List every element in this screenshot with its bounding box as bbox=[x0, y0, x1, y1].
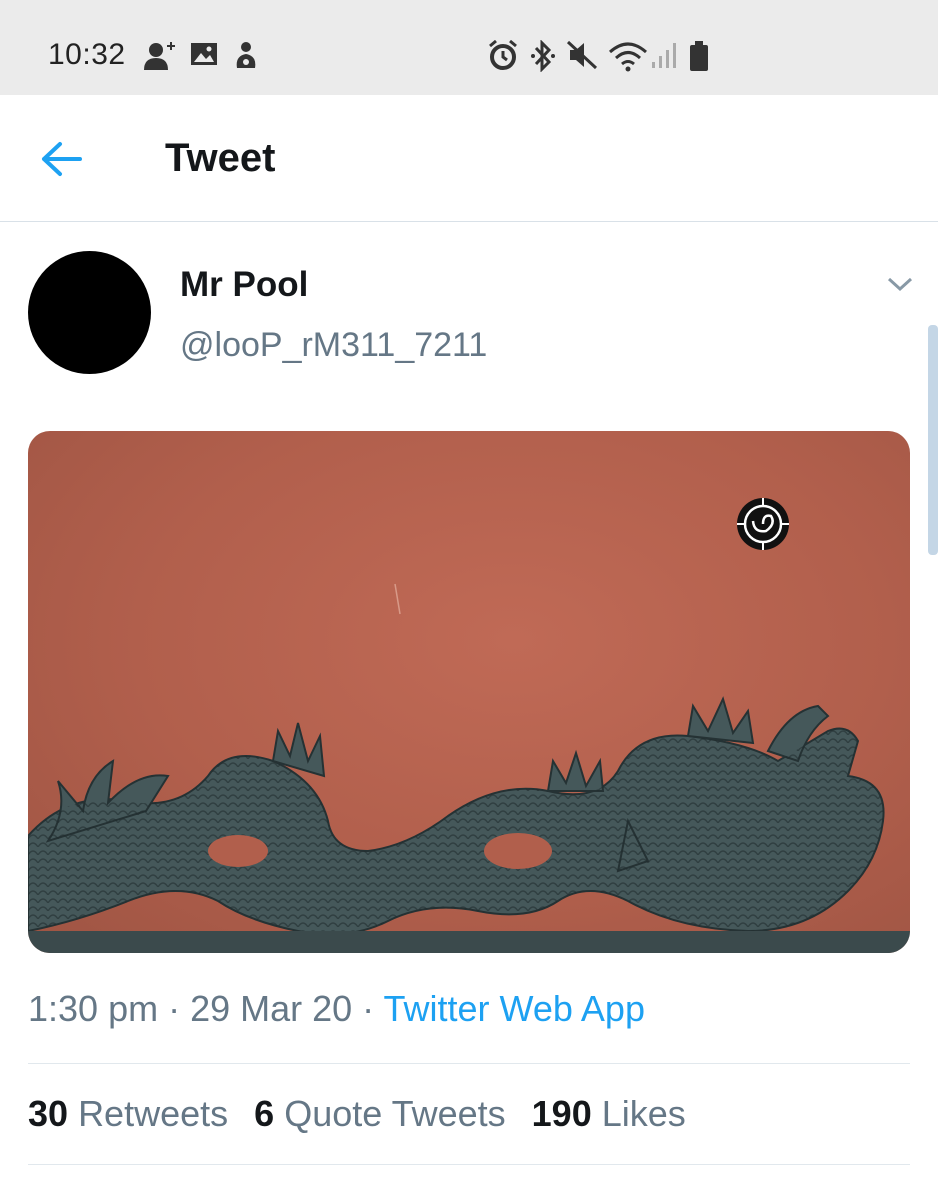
likes-count: 190 bbox=[531, 1093, 592, 1134]
add-person-icon bbox=[144, 42, 175, 70]
divider bbox=[28, 1063, 910, 1064]
likes-stat[interactable]: 190 Likes bbox=[532, 1093, 686, 1134]
page-title: Tweet bbox=[165, 136, 276, 180]
quote-tweets-count: 6 bbox=[254, 1093, 275, 1134]
tweet-stats: 30 Retweets 6 Quote Tweets 190 Likes bbox=[28, 1093, 712, 1135]
author-handle[interactable]: @looP_rM311_7211 bbox=[180, 326, 487, 365]
avatar[interactable] bbox=[28, 251, 151, 374]
likes-label: Likes bbox=[601, 1093, 686, 1134]
scrollbar[interactable] bbox=[928, 325, 938, 555]
signal-icon bbox=[652, 43, 676, 68]
battery-icon bbox=[690, 41, 708, 71]
retweets-stat[interactable]: 30 Retweets bbox=[28, 1093, 228, 1134]
back-arrow-icon[interactable] bbox=[40, 139, 84, 179]
tweet-date: 29 Mar 20 bbox=[190, 988, 353, 1029]
bluetooth-icon bbox=[531, 40, 555, 72]
author-name[interactable]: Mr Pool bbox=[180, 265, 308, 305]
status-bar: 10:32 bbox=[0, 0, 938, 95]
retweets-count: 30 bbox=[28, 1093, 69, 1134]
app-header: Tweet bbox=[0, 95, 938, 222]
quote-tweets-stat[interactable]: 6 Quote Tweets bbox=[254, 1093, 506, 1134]
mute-icon bbox=[566, 40, 598, 70]
image-icon bbox=[191, 43, 217, 65]
wifi-icon bbox=[609, 42, 647, 72]
tweet-source-link[interactable]: Twitter Web App bbox=[384, 988, 645, 1029]
retweets-label: Retweets bbox=[78, 1093, 229, 1134]
quote-tweets-label: Quote Tweets bbox=[284, 1093, 506, 1134]
meta-separator: · bbox=[352, 988, 384, 1029]
divider bbox=[28, 1164, 910, 1165]
meta-separator: · bbox=[158, 988, 191, 1029]
notification-icon bbox=[236, 42, 256, 68]
tweet-time: 1:30 pm bbox=[28, 988, 159, 1029]
tweet-media-image[interactable] bbox=[28, 431, 910, 953]
alarm-icon bbox=[489, 40, 517, 70]
watermark-logo-icon bbox=[737, 498, 789, 550]
tweet-meta: 1:30 pm · 29 Mar 20 · Twitter Web App bbox=[28, 988, 645, 1030]
chevron-down-icon[interactable] bbox=[886, 274, 914, 294]
status-time: 10:32 bbox=[48, 38, 126, 71]
